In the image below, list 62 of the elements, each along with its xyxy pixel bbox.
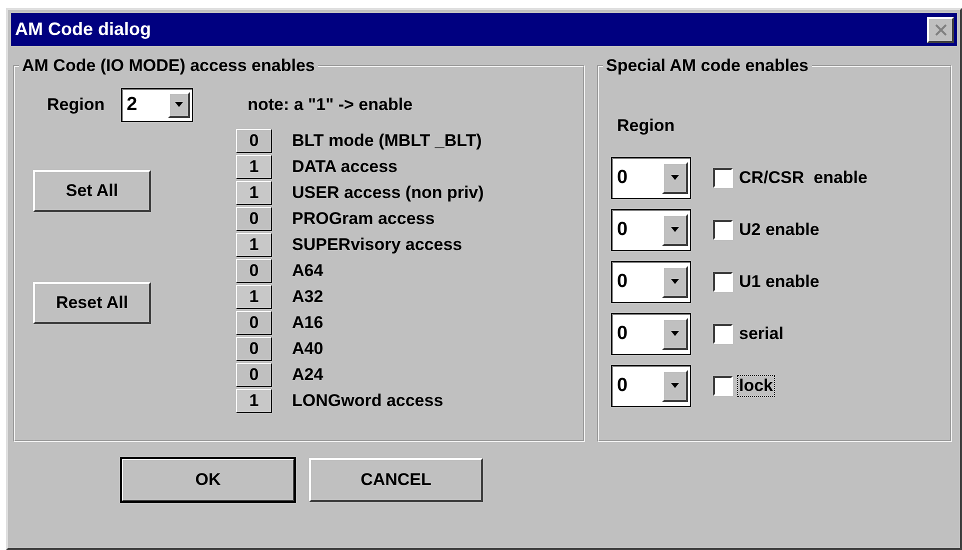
checkbox[interactable]	[713, 272, 733, 292]
region-label: Region	[616, 115, 676, 137]
checkbox[interactable]	[713, 376, 733, 396]
bit-toggle-button[interactable]: 0	[236, 259, 272, 283]
dialog-button[interactable]: CANCEL	[309, 458, 483, 502]
bit-label: A16	[292, 313, 324, 333]
dropdown-arrow-button[interactable]	[662, 162, 688, 194]
region-dropdown[interactable]: 0	[611, 209, 691, 251]
caret-icon	[174, 102, 184, 108]
dropdown-arrow-button[interactable]	[662, 266, 688, 298]
checkbox-label: U1 enable	[738, 271, 820, 293]
dropdown-arrow-button[interactable]	[662, 214, 688, 246]
bit-label: A32	[292, 287, 324, 307]
caret-icon	[670, 175, 680, 181]
dialog-button[interactable]: OK	[121, 458, 295, 502]
region-label: Region	[47, 95, 105, 115]
checkbox[interactable]	[713, 324, 733, 344]
dropdown-arrow-button[interactable]	[662, 318, 688, 350]
bit-label: A24	[292, 365, 324, 385]
caret-icon	[670, 279, 680, 285]
checkbox-label: U2 enable	[738, 219, 820, 241]
bit-label: A64	[292, 261, 324, 281]
region-dropdown[interactable]: 0	[611, 261, 691, 303]
window-title: AM Code dialog	[15, 19, 151, 40]
bit-label: PROGram access	[292, 209, 435, 229]
bit-toggle-button[interactable]: 0	[236, 337, 272, 361]
action-button[interactable]: Reset All	[33, 282, 151, 324]
bit-toggle-button[interactable]: 0	[236, 207, 272, 231]
caret-icon	[670, 383, 680, 389]
bit-toggle-button[interactable]: 1	[236, 155, 272, 179]
close-icon	[934, 24, 948, 36]
caret-icon	[670, 331, 680, 337]
group-title: Special AM code enables	[605, 56, 810, 76]
checkbox-label: CR/CSR enable	[738, 167, 868, 189]
caret-icon	[670, 227, 680, 233]
dropdown-arrow-button[interactable]	[168, 92, 190, 118]
bit-toggle-button[interactable]: 0	[236, 311, 272, 335]
bit-label: BLT mode (MBLT _BLT)	[292, 131, 482, 151]
bit-label: SUPERvisory access	[292, 235, 462, 255]
bit-toggle-button[interactable]: 1	[236, 389, 272, 413]
region-dropdown[interactable]: 2	[120, 88, 193, 122]
bit-label: A40	[292, 339, 324, 359]
dropdown-arrow-button[interactable]	[662, 370, 688, 402]
note-text: note: a "1" -> enable	[248, 95, 413, 115]
action-button[interactable]: Set All	[33, 170, 151, 212]
bit-label: DATA access	[292, 157, 398, 177]
bit-toggle-button[interactable]: 1	[236, 233, 272, 257]
group-title: AM Code (IO MODE) access enables	[21, 56, 316, 76]
checkbox-label: serial	[738, 323, 784, 345]
bit-toggle-button[interactable]: 1	[236, 285, 272, 309]
region-dropdown[interactable]: 0	[611, 157, 691, 199]
checkbox[interactable]	[713, 220, 733, 240]
close-button[interactable]	[927, 16, 954, 42]
bit-toggle-button[interactable]: 0	[236, 363, 272, 387]
bit-toggle-button[interactable]: 0	[236, 129, 272, 153]
bit-toggle-button[interactable]: 1	[236, 181, 272, 205]
bit-label: LONGword access	[292, 391, 444, 411]
checkbox[interactable]	[713, 168, 733, 188]
region-dropdown[interactable]: 0	[611, 313, 691, 355]
bit-label: USER access (non priv)	[292, 183, 484, 203]
region-dropdown[interactable]: 0	[611, 365, 691, 407]
checkbox-label: lock	[737, 375, 776, 397]
